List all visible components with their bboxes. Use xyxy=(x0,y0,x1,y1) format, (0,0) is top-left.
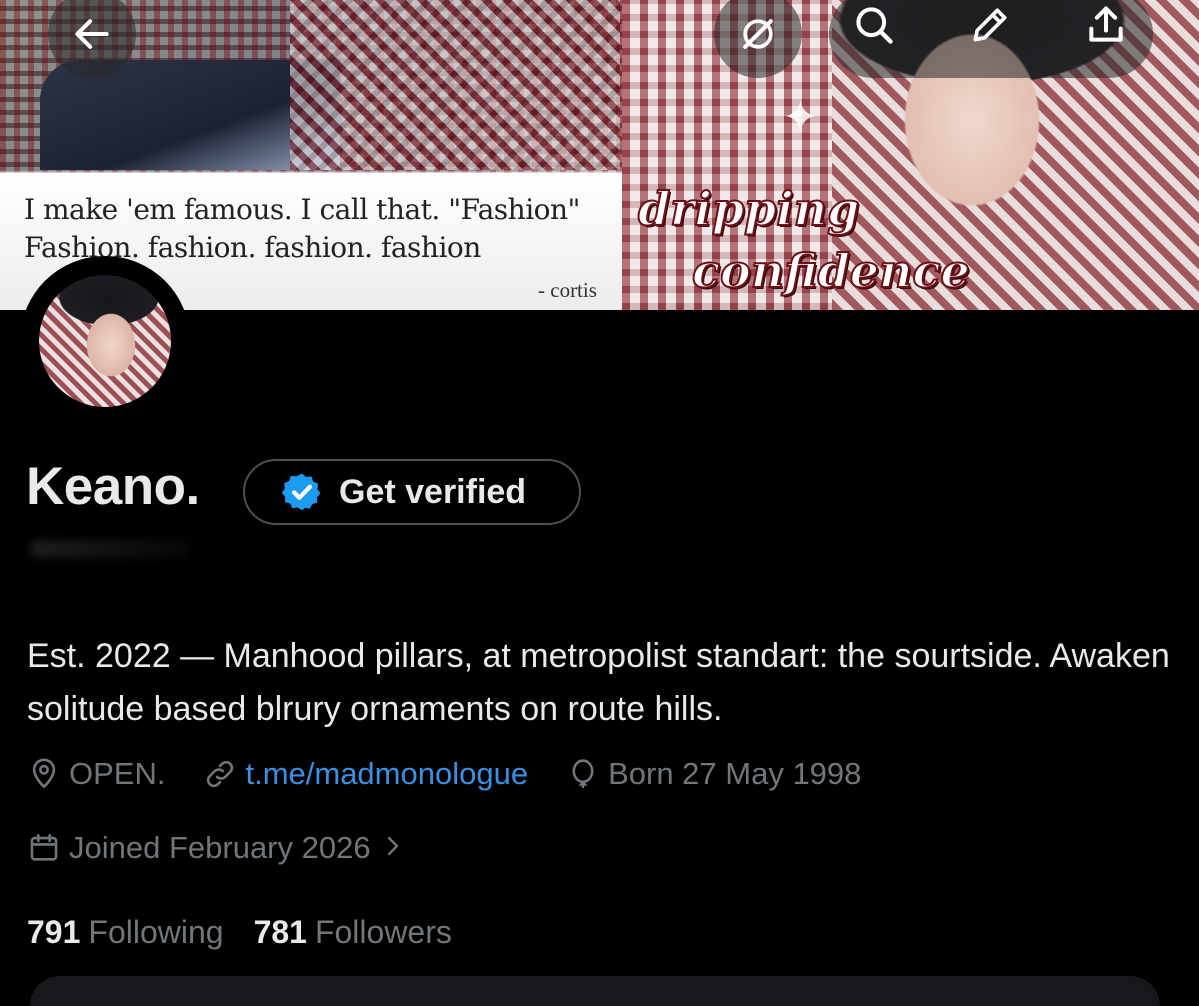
followers-stat[interactable]: 781 Followers xyxy=(254,914,452,951)
get-verified-label: Get verified xyxy=(339,472,527,511)
website-link[interactable]: t.me/madmonologue xyxy=(245,756,528,792)
verified-badge-icon xyxy=(281,473,321,511)
arrow-left-icon xyxy=(75,19,109,49)
following-label: Following xyxy=(88,914,224,950)
display-name: Keano. xyxy=(26,457,200,516)
location-pin-icon xyxy=(32,758,56,789)
location-item: OPEN. xyxy=(27,756,165,792)
next-section-edge xyxy=(30,976,1160,1006)
follow-stats: 791 Following 781 Followers xyxy=(27,914,452,951)
followers-label: Followers xyxy=(314,914,452,950)
avatar[interactable] xyxy=(39,275,171,407)
search-button[interactable] xyxy=(849,0,899,50)
banner-script-line-1: dripping xyxy=(637,181,860,237)
joined-row[interactable]: Joined February 2026 xyxy=(27,830,405,866)
location-text: OPEN. xyxy=(69,756,166,791)
website-item[interactable]: t.me/madmonologue xyxy=(203,756,528,792)
following-stat[interactable]: 791 Following xyxy=(27,914,224,951)
banner-script-line-2: confidence xyxy=(691,243,971,299)
header-actions-pill xyxy=(829,0,1153,78)
edit-button[interactable] xyxy=(965,0,1015,50)
get-verified-button[interactable]: Get verified xyxy=(243,459,581,525)
grok-icon xyxy=(743,19,773,49)
share-button[interactable] xyxy=(1081,0,1131,50)
joined-text: Joined February 2026 xyxy=(69,830,371,865)
star-decoration-icon: ✦ xyxy=(782,93,819,142)
following-count: 791 xyxy=(27,914,81,950)
link-icon xyxy=(207,760,234,788)
handle-redacted xyxy=(30,540,190,558)
banner-attribution: - cortis xyxy=(538,278,597,302)
joined-item[interactable]: Joined February 2026 xyxy=(27,830,371,866)
profile-meta-row: OPEN. t.me/madmonologue Born 27 May 1998 xyxy=(27,756,899,792)
banner-quote-line-1: I make 'em famous. I call that. "Fashion… xyxy=(24,193,580,226)
bio-text: Est. 2022 — Manhood pillars, at metropol… xyxy=(27,637,1170,728)
followers-count: 781 xyxy=(253,914,307,950)
share-icon xyxy=(1089,6,1123,42)
balloon-icon xyxy=(572,759,594,789)
search-icon xyxy=(856,7,893,44)
calendar-icon xyxy=(30,833,58,861)
birthday-text: Born 27 May 1998 xyxy=(608,756,862,791)
avatar-frame[interactable] xyxy=(20,256,190,426)
chevron-right-icon xyxy=(381,830,405,866)
birthday-item: Born 27 May 1998 xyxy=(566,756,861,792)
pencil-icon xyxy=(973,8,1007,42)
banner-photo-figure xyxy=(290,0,620,170)
